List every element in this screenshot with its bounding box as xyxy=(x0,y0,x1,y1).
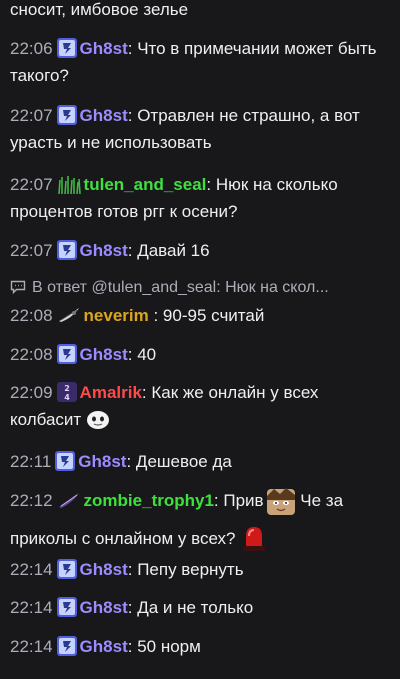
24-badge-icon[interactable]: 24 xyxy=(56,382,77,402)
anime-face-emote-icon[interactable] xyxy=(266,488,296,524)
ghost-face-emote-icon[interactable] xyxy=(86,409,110,439)
chat-log: сносит, имбовое зелье 22:06 Gh8st: Что в … xyxy=(0,0,400,679)
username[interactable]: Gh8st xyxy=(80,106,128,125)
subscriber-badge-icon[interactable] xyxy=(56,240,77,260)
timestamp: 22:08 xyxy=(10,345,53,364)
subscriber-badge-icon[interactable] xyxy=(56,38,77,58)
reply-context[interactable]: В ответ @tulen_and_seal: Нюк на скол... xyxy=(10,274,390,301)
svg-text:2: 2 xyxy=(64,384,70,393)
message-text: Давай 16 xyxy=(132,241,210,260)
timestamp: 22:07 xyxy=(10,175,53,194)
timestamp: 22:12 xyxy=(10,491,53,510)
chat-bubble-icon xyxy=(10,276,26,295)
chat-message: 22:07 Gh8st: Отравлен не страшно, а вот у… xyxy=(10,102,390,156)
chat-message: 22:08 Gh8st: 40 xyxy=(10,341,390,368)
timestamp: 22:14 xyxy=(10,637,53,656)
username[interactable]: tulen_and_seal xyxy=(84,175,207,194)
username[interactable]: Gh8st xyxy=(80,39,128,58)
username[interactable]: Gh8st xyxy=(80,241,128,260)
message-text: Пепу вернуть xyxy=(132,560,244,579)
username[interactable]: zombie_trophy1 xyxy=(84,491,214,510)
username[interactable]: Gh8st xyxy=(80,345,128,364)
chat-message: 22:11 Gh8st: Дешевое да xyxy=(10,448,390,475)
message-text: 40 xyxy=(132,345,157,364)
reply-text: В ответ @tulen_and_seal: Нюк на скол... xyxy=(32,279,329,296)
subscriber-badge-icon[interactable] xyxy=(56,344,77,364)
message-text: Прив xyxy=(218,491,264,510)
chat-message: 22:14 Gh8st: Пепу вернуть xyxy=(10,556,390,583)
chat-message: 22:14 Gh8st: 50 норм xyxy=(10,633,390,660)
chat-message: 22:14 Gh8st: Да и не только xyxy=(10,594,390,621)
timestamp: 22:08 xyxy=(10,306,53,325)
message-text: Дешевое да xyxy=(131,452,232,471)
chat-message: сносит, имбовое зелье xyxy=(10,0,390,23)
chat-message: 22:06 Gh8st: Что в примечании может быть … xyxy=(10,35,390,89)
message-text: 90-95 считай xyxy=(158,306,265,325)
chat-message: 22:12 zombie_trophy1: Прив Че за приколы … xyxy=(10,487,390,562)
subscriber-badge-icon[interactable] xyxy=(56,559,77,579)
subscriber-badge-icon[interactable] xyxy=(56,105,77,125)
username[interactable]: neverim xyxy=(84,306,149,325)
username[interactable]: Amalrik xyxy=(80,383,142,402)
subscriber-badge-icon[interactable] xyxy=(55,451,76,471)
timestamp: 22:07 xyxy=(10,106,53,125)
username[interactable]: Gh8st xyxy=(80,637,128,656)
message-text: Да и не только xyxy=(132,598,254,617)
svg-text:4: 4 xyxy=(64,393,70,402)
feather-badge-icon[interactable] xyxy=(57,490,81,510)
message-text: сносит, имбовое зелье xyxy=(10,0,189,19)
username[interactable]: Gh8st xyxy=(78,452,126,471)
username[interactable]: Gh8st xyxy=(80,560,128,579)
message-text: 50 норм xyxy=(132,637,201,656)
separator: : xyxy=(148,306,159,325)
timestamp: 22:07 xyxy=(10,241,53,260)
timestamp: 22:14 xyxy=(10,560,53,579)
chat-message: 22:07 Gh8st: Давай 16 xyxy=(10,237,390,264)
chat-message: 22:07 tulen_and_seal: Нюк на сколько проц… xyxy=(10,171,390,225)
subscriber-badge-icon[interactable] xyxy=(56,636,77,656)
timestamp: 22:09 xyxy=(10,383,53,402)
chat-message: 22:08 neverim : 90-95 считай xyxy=(10,302,390,329)
feather-badge-icon[interactable] xyxy=(57,305,81,325)
timestamp: 22:06 xyxy=(10,39,53,58)
timestamp: 22:14 xyxy=(10,598,53,617)
username[interactable]: Gh8st xyxy=(80,598,128,617)
subscriber-badge-icon[interactable] xyxy=(56,597,77,617)
timestamp: 22:11 xyxy=(10,452,52,471)
chat-message: 22:09 2 4 Amalrik: Как же онлайн у всех кол… xyxy=(10,379,390,439)
grass-badge-icon[interactable] xyxy=(57,174,81,194)
